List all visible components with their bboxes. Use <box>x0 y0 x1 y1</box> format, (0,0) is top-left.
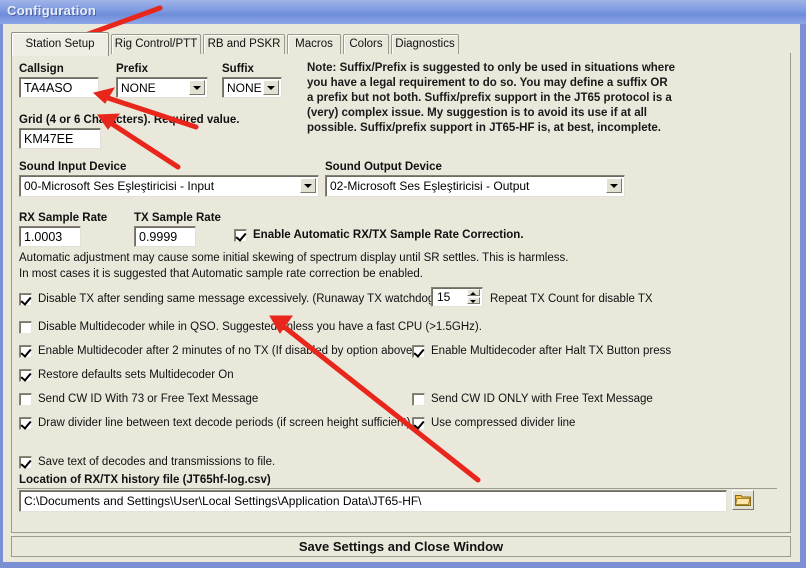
send-cwid-only-label: Send CW ID ONLY with Free Text Message <box>431 393 653 405</box>
prefix-select[interactable]: NONE <box>116 77 208 98</box>
suffix-label: Suffix <box>222 63 254 75</box>
tab-label: Rig Control/PTT <box>114 38 198 50</box>
history-file-label: Location of RX/TX history file (JT65hf-l… <box>19 474 271 486</box>
history-divider <box>17 488 777 489</box>
sample-rate-info-line-1: Automatic adjustment may cause some init… <box>19 252 569 264</box>
suffix-select[interactable]: NONE <box>222 77 282 98</box>
chevron-down-icon[interactable] <box>606 178 622 193</box>
sound-output-label: Sound Output Device <box>325 161 442 173</box>
checkbox-box[interactable] <box>412 393 425 406</box>
checkbox-box[interactable] <box>19 345 32 358</box>
tab-label: Colors <box>349 38 383 50</box>
prefix-label: Prefix <box>116 63 148 75</box>
use-compressed-divider-label: Use compressed divider line <box>431 417 576 429</box>
note-line-1: Note: Suffix/Prefix is suggested to only… <box>307 62 676 74</box>
note-line-5: possible. Suffix/prefix support in JT65-… <box>307 122 662 134</box>
enable-multidecoder-halt-label: Enable Multidecoder after Halt TX Button… <box>431 345 672 357</box>
folder-icon <box>735 495 751 506</box>
chevron-down-icon[interactable] <box>300 178 316 193</box>
auto-sample-rate-correction-label: Enable Automatic RX/TX Sample Rate Corre… <box>253 229 524 241</box>
checkbox-box[interactable] <box>19 369 32 382</box>
sound-input-select[interactable]: 00-Microsoft Ses Eşleştiricisi - Input <box>19 175 319 197</box>
tab-label: Diagnostics <box>395 38 455 50</box>
tab-label: Station Setup <box>25 38 95 50</box>
note-line-2: you have a legal requirement to do so. Y… <box>307 77 668 89</box>
note-line-4: (very) complex issue. My suggestion is t… <box>307 107 647 119</box>
save-settings-button[interactable]: Save Settings and Close Window <box>11 536 791 557</box>
tab-colors[interactable]: Colors <box>343 34 389 54</box>
chevron-down-icon[interactable] <box>263 80 279 95</box>
grid-label: Grid (4 or 6 Characters). Required value… <box>19 114 240 126</box>
browse-folder-button[interactable] <box>732 490 754 510</box>
tab-strip: Station Setup Rig Control/PTT RB and PSK… <box>11 32 791 56</box>
checkbox-box[interactable] <box>412 345 425 358</box>
history-file-path-input[interactable]: C:\Documents and Settings\User\Local Set… <box>19 490 727 512</box>
window-title: Configuration <box>7 3 97 18</box>
rx-sample-rate-input[interactable]: 1.0003 <box>19 226 81 247</box>
sound-output-value: 02-Microsoft Ses Eşleştiricisi - Output <box>330 179 530 193</box>
checkbox-box[interactable] <box>19 456 32 469</box>
tx-sample-rate-label: TX Sample Rate <box>134 212 221 224</box>
checkbox-box[interactable] <box>19 321 32 334</box>
title-bar: Configuration <box>0 0 806 24</box>
repeat-tx-count-label: Repeat TX Count for disable TX <box>490 293 653 305</box>
grid-input[interactable]: KM47EE <box>19 128 101 149</box>
sound-input-label: Sound Input Device <box>19 161 127 173</box>
disable-multidecoder-qso-label: Disable Multidecoder while in QSO. Sugge… <box>38 321 482 333</box>
checkbox-box[interactable] <box>234 229 247 242</box>
save-text-decodes-label: Save text of decodes and transmissions t… <box>38 456 276 468</box>
tab-label: RB and PSKR <box>207 38 281 50</box>
tab-diagnostics[interactable]: Diagnostics <box>391 34 459 54</box>
tx-sample-rate-input[interactable]: 0.9999 <box>134 226 196 247</box>
prefix-value: NONE <box>121 81 156 95</box>
enable-multidecoder-2min-label: Enable Multidecoder after 2 minutes of n… <box>38 345 420 357</box>
rx-sample-rate-label: RX Sample Rate <box>19 212 108 224</box>
tab-rig-control-ptt[interactable]: Rig Control/PTT <box>111 34 201 54</box>
restore-defaults-multidecoder-label: Restore defaults sets Multidecoder On <box>38 369 234 381</box>
stepper-up-icon[interactable] <box>467 289 480 296</box>
repeat-tx-count-stepper[interactable]: 15 <box>431 287 483 307</box>
configuration-window: Configuration Station Setup Rig Control/… <box>0 0 806 568</box>
client-area: Station Setup Rig Control/PTT RB and PSK… <box>3 24 800 562</box>
runaway-tx-watchdog-label: Disable TX after sending same message ex… <box>38 293 439 305</box>
checkbox-box[interactable] <box>412 417 425 430</box>
tab-label: Macros <box>295 38 333 50</box>
sound-output-select[interactable]: 02-Microsoft Ses Eşleştiricisi - Output <box>325 175 625 197</box>
sample-rate-info-line-2: In most cases it is suggested that Autom… <box>19 268 423 280</box>
checkbox-box[interactable] <box>19 417 32 430</box>
draw-divider-line-label: Draw divider line between text decode pe… <box>38 417 411 429</box>
callsign-label: Callsign <box>19 63 64 75</box>
send-cwid-73-label: Send CW ID With 73 or Free Text Message <box>38 393 259 405</box>
suffix-value: NONE <box>227 81 262 95</box>
checkbox-box[interactable] <box>19 293 32 306</box>
note-line-3: a prefix but not both. Suffix/prefix sup… <box>307 92 672 104</box>
repeat-tx-count-value: 15 <box>437 290 451 304</box>
chevron-down-icon[interactable] <box>189 80 205 95</box>
tab-macros[interactable]: Macros <box>287 34 341 54</box>
sound-input-value: 00-Microsoft Ses Eşleştiricisi - Input <box>24 179 215 193</box>
tab-station-setup[interactable]: Station Setup <box>11 32 109 56</box>
tab-rb-and-pskr[interactable]: RB and PSKR <box>203 34 285 54</box>
checkbox-box[interactable] <box>19 393 32 406</box>
callsign-input[interactable]: TA4ASO <box>19 77 99 98</box>
stepper-down-icon[interactable] <box>467 297 480 304</box>
